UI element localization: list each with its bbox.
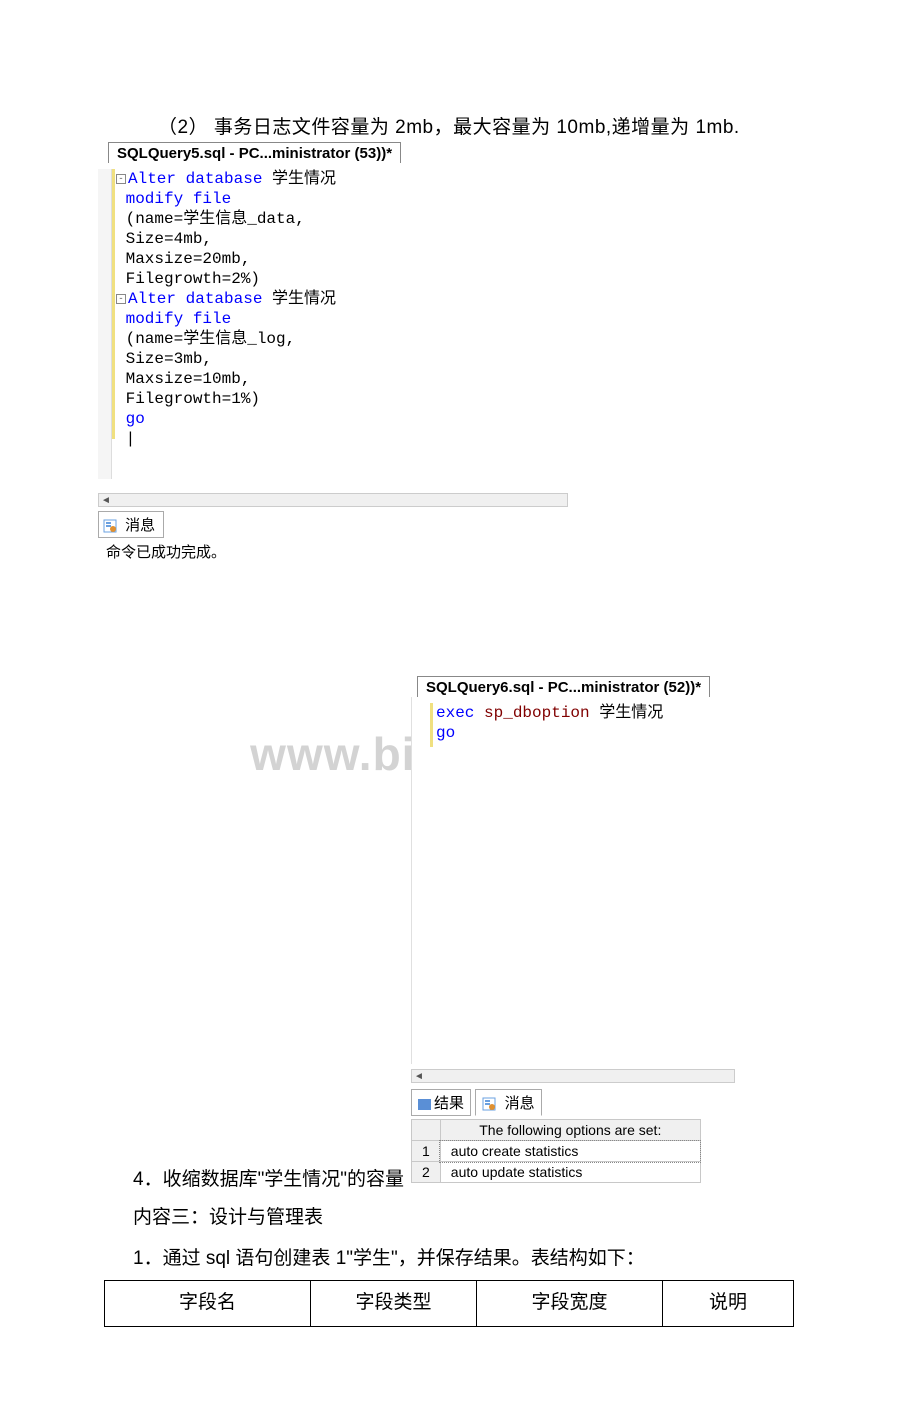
code-line: exec sp_dboption 学生情况 <box>436 703 765 723</box>
sql-window-1: SQLQuery5.sql - PC...ministrator (53))* … <box>98 141 576 562</box>
messages-tab[interactable]: 消息 <box>98 511 164 538</box>
table-row[interactable]: 1 auto create statistics <box>412 1141 701 1162</box>
code-line: -Alter database 学生情况 <box>116 169 576 189</box>
code-line: Maxsize=10mb, <box>116 369 576 389</box>
table-header-width: 字段宽度 <box>477 1281 663 1327</box>
messages-tab-2[interactable]: 消息 <box>475 1089 541 1116</box>
paragraph-item-2: （2） 事务日志文件容量为 2mb，最大容量为 10mb,递增量为 1mb. <box>158 112 822 139</box>
code-line: Maxsize=20mb, <box>116 249 576 269</box>
messages-tab-label: 消息 <box>125 517 155 534</box>
scroll-left-icon[interactable]: ◄ <box>101 495 111 506</box>
change-bar <box>430 703 433 747</box>
grid-header-row: The following options are set: <box>412 1120 701 1141</box>
field-spec-table: 字段名 字段类型 字段宽度 说明 <box>104 1280 794 1327</box>
horizontal-scrollbar[interactable]: ◄ <box>411 1069 735 1083</box>
code-line: (name=学生信息_log, <box>116 329 576 349</box>
sql-tab-2[interactable]: SQLQuery6.sql - PC...ministrator (52))* <box>417 676 710 698</box>
code-editor-1[interactable]: -Alter database 学生情况 modify file (name=学… <box>98 163 576 493</box>
sql-window-2: SQLQuery6.sql - PC...ministrator (52))* … <box>411 675 765 1183</box>
table-header-type: 字段类型 <box>311 1281 477 1327</box>
grid-corner <box>412 1120 441 1141</box>
table-header-name: 字段名 <box>105 1281 311 1327</box>
table-row[interactable]: 2 auto update statistics <box>412 1162 701 1183</box>
result-tabs-bar: 结果 消息 <box>411 1089 765 1116</box>
cell-value: auto create statistics <box>440 1141 700 1162</box>
code-line: Size=3mb, <box>116 349 576 369</box>
code-line: (name=学生信息_data, <box>116 209 576 229</box>
code-editor-2[interactable]: exec sp_dboption 学生情况 go <box>411 697 765 1064</box>
grid-column-header[interactable]: The following options are set: <box>440 1120 700 1141</box>
code-line: Filegrowth=2%) <box>116 269 576 289</box>
message-icon <box>103 519 117 533</box>
results-grid[interactable]: The following options are set: 1 auto cr… <box>411 1119 701 1183</box>
scroll-left-icon[interactable]: ◄ <box>414 1071 424 1082</box>
fold-minus-icon[interactable]: - <box>116 294 126 304</box>
paragraph-item-1: 1．通过 sql 语句创建表 1"学生"，并保存结果。表结构如下： <box>133 1243 645 1270</box>
horizontal-scrollbar[interactable]: ◄ <box>98 493 568 507</box>
fold-minus-icon[interactable]: - <box>116 174 126 184</box>
code-line: go <box>116 409 576 429</box>
code-line: Size=4mb, <box>116 229 576 249</box>
message-output: 命令已成功完成。 <box>106 541 576 562</box>
cell-value: auto update statistics <box>440 1162 700 1183</box>
code-line: | <box>116 429 576 449</box>
table-row: 字段名 字段类型 字段宽度 说明 <box>105 1281 794 1327</box>
code-line: go <box>436 723 765 743</box>
table-header-desc: 说明 <box>663 1281 794 1327</box>
code-line: -Alter database 学生情况 <box>116 289 576 309</box>
row-number: 2 <box>412 1162 441 1183</box>
row-number: 1 <box>412 1141 441 1162</box>
code-line: modify file <box>116 309 576 329</box>
message-icon <box>482 1097 496 1111</box>
code-line: Filegrowth=1%) <box>116 389 576 409</box>
results-tab[interactable]: 结果 <box>411 1089 471 1116</box>
paragraph-item-4: 4．收缩数据库"学生情况"的容量 <box>133 1164 404 1191</box>
heading-content-3: 内容三：设计与管理表 <box>133 1202 323 1229</box>
grid-icon <box>418 1099 431 1110</box>
sql-tab-1[interactable]: SQLQuery5.sql - PC...ministrator (53))* <box>108 142 401 164</box>
code-line: modify file <box>116 189 576 209</box>
